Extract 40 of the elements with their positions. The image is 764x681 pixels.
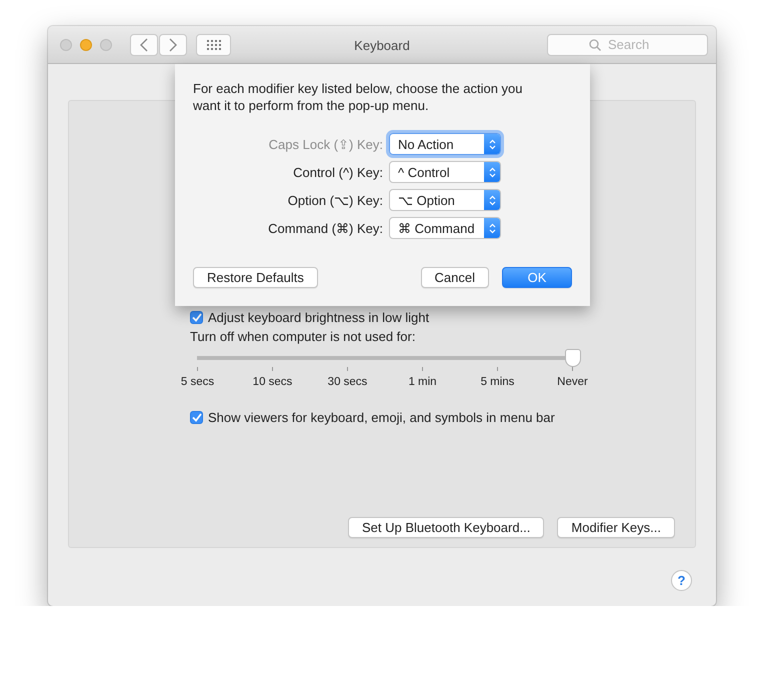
action-popup[interactable]: ⌥ Option [389, 189, 501, 211]
search-field[interactable]: Search [547, 34, 708, 56]
checkbox[interactable] [190, 310, 203, 324]
checkbox[interactable] [190, 410, 203, 424]
action-popup[interactable]: ⌘ Command [389, 217, 501, 239]
cancel-button[interactable]: Cancel [420, 267, 489, 288]
action-popup[interactable]: No Action [389, 133, 501, 155]
show-all-button[interactable] [196, 34, 231, 56]
back-button[interactable] [130, 34, 158, 56]
up-down-arrows-icon [484, 134, 500, 154]
up-down-arrows-icon [484, 162, 500, 182]
tick-label: 10 secs [252, 376, 292, 388]
turn-off-label: Turn off when computer is not used for: [190, 329, 416, 344]
chevron-left-icon [140, 38, 148, 52]
tick-label: 1 min [408, 376, 437, 388]
restore-defaults-button[interactable]: Restore Defaults [193, 267, 318, 288]
tick-label: 5 secs [180, 376, 214, 388]
help-button[interactable]: ? [671, 570, 692, 591]
search-icon [589, 38, 601, 50]
window-title: Keyboard [354, 38, 410, 53]
grid-icon [206, 40, 220, 50]
key-label: Control (^) Key: [292, 164, 383, 180]
up-down-arrows-icon [484, 190, 500, 210]
tick-label: Never [557, 376, 588, 388]
key-label: Command (⌘) Key: [267, 220, 383, 236]
key-label: Caps Lock (⇪) Key: [268, 136, 383, 152]
tick-label: 5 mins [480, 376, 514, 388]
key-label: Option (⌥) Key: [286, 192, 383, 208]
sheet-message: For each modifier key listed below, choose the action you want it to perform from the pop-up menu. [193, 80, 524, 114]
chevron-right-icon [169, 38, 177, 52]
action-popup[interactable]: ^ Control [389, 161, 501, 183]
tick-label: 30 secs [328, 376, 368, 388]
panel-button[interactable]: Modifier Keys... [557, 517, 675, 538]
forward-button[interactable] [159, 34, 187, 56]
checkbox-label: Adjust keyboard brightness in low light [208, 310, 430, 324]
panel-button[interactable]: Set Up Bluetooth Keyboard... [348, 517, 544, 538]
minimize-button[interactable] [80, 38, 92, 50]
slider-thumb[interactable] [565, 349, 581, 367]
up-down-arrows-icon [484, 218, 500, 238]
checkbox-label: Show viewers for keyboard, emoji, and symbols in menu bar [208, 410, 555, 424]
